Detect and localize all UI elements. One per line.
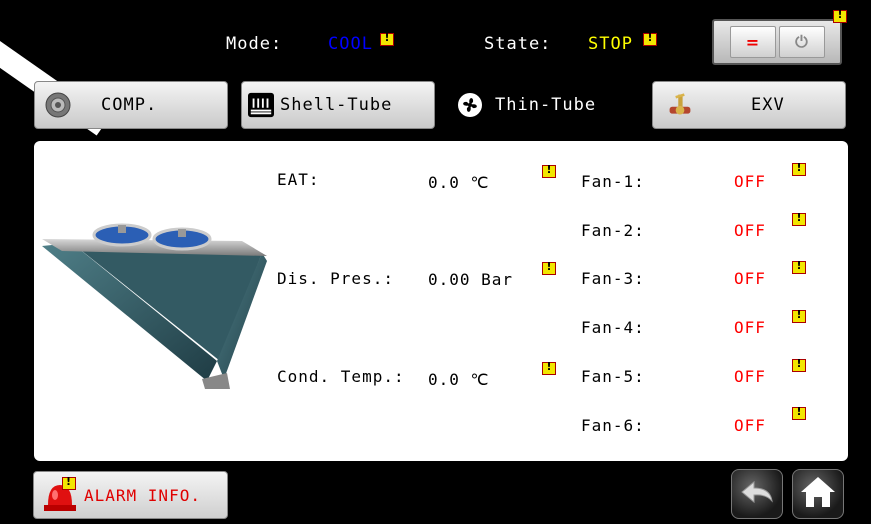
back-arrow-icon (740, 479, 774, 509)
eat-warning-icon[interactable] (542, 163, 556, 178)
dis-pres-warning-icon[interactable] (542, 260, 556, 275)
fan-3-label: Fan-3: (581, 269, 645, 288)
heat-exchanger-icon (248, 92, 274, 118)
fan-1-label: Fan-1: (581, 172, 645, 191)
power-warning-icon[interactable] (833, 8, 847, 23)
fan-6-warning-icon[interactable] (792, 405, 806, 420)
fan-5-warning-icon[interactable] (792, 357, 806, 372)
fan-5-status: OFF (734, 367, 766, 386)
alarm-warning-icon (62, 475, 76, 490)
tab-exv[interactable]: EXV (652, 81, 846, 129)
main-panel: EAT: 0.0 ℃ Dis. Pres.: 0.00 Bar Cond. Te… (34, 141, 848, 461)
gear-icon (45, 92, 71, 118)
tab-comp[interactable]: COMP. (34, 81, 228, 129)
cond-temp-warning-icon[interactable] (542, 360, 556, 375)
home-button[interactable] (792, 469, 844, 519)
fan-6-status: OFF (734, 416, 766, 435)
state-label: State: (484, 34, 552, 54)
eat-value: 0.0 ℃ (428, 173, 490, 192)
tab-shell-tube-label: Shell-Tube (280, 95, 393, 115)
dis-pres-label: Dis. Pres.: (277, 269, 394, 288)
fan-6-label: Fan-6: (581, 416, 645, 435)
fan-5-label: Fan-5: (581, 367, 645, 386)
tab-thin-tube[interactable]: Thin-Tube (447, 81, 641, 129)
fan-2-warning-icon[interactable] (792, 211, 806, 226)
alarm-siren-icon (40, 475, 80, 515)
tab-exv-label: EXV (751, 95, 785, 115)
home-icon (799, 475, 837, 513)
fan-icon (457, 92, 483, 118)
power-on-button[interactable]: = (729, 26, 776, 58)
mode-warning-icon[interactable] (380, 31, 394, 46)
cond-temp-value: 0.0 ℃ (428, 370, 490, 389)
condenser-image (42, 211, 272, 395)
tab-shell-tube[interactable]: Shell-Tube (241, 81, 435, 129)
power-off-button[interactable]: ⏻ (778, 26, 825, 58)
mode-label: Mode: (226, 34, 283, 54)
alarm-info-label: ALARM INFO. (84, 485, 201, 505)
power-switch: = ⏻ (712, 19, 842, 65)
fan-2-status: OFF (734, 221, 766, 240)
dis-pres-value: 0.00 Bar (428, 270, 514, 289)
fan-3-status: OFF (734, 269, 766, 288)
fan-3-warning-icon[interactable] (792, 259, 806, 274)
fan-1-warning-icon[interactable] (792, 161, 806, 176)
fan-4-label: Fan-4: (581, 318, 645, 337)
valve-icon (667, 92, 693, 118)
back-button[interactable] (731, 469, 783, 519)
fan-2-label: Fan-2: (581, 221, 645, 240)
tab-comp-label: COMP. (101, 95, 158, 115)
state-warning-icon[interactable] (643, 31, 657, 46)
alarm-info-button[interactable]: ALARM INFO. (33, 471, 228, 519)
cond-temp-label: Cond. Temp.: (277, 367, 405, 386)
fan-4-status: OFF (734, 318, 766, 337)
eat-label: EAT: (277, 170, 320, 189)
state-value: STOP (588, 34, 633, 54)
fan-4-warning-icon[interactable] (792, 308, 806, 323)
tab-thin-tube-label: Thin-Tube (495, 95, 597, 115)
mode-value: COOL (328, 34, 373, 54)
fan-1-status: OFF (734, 172, 766, 191)
